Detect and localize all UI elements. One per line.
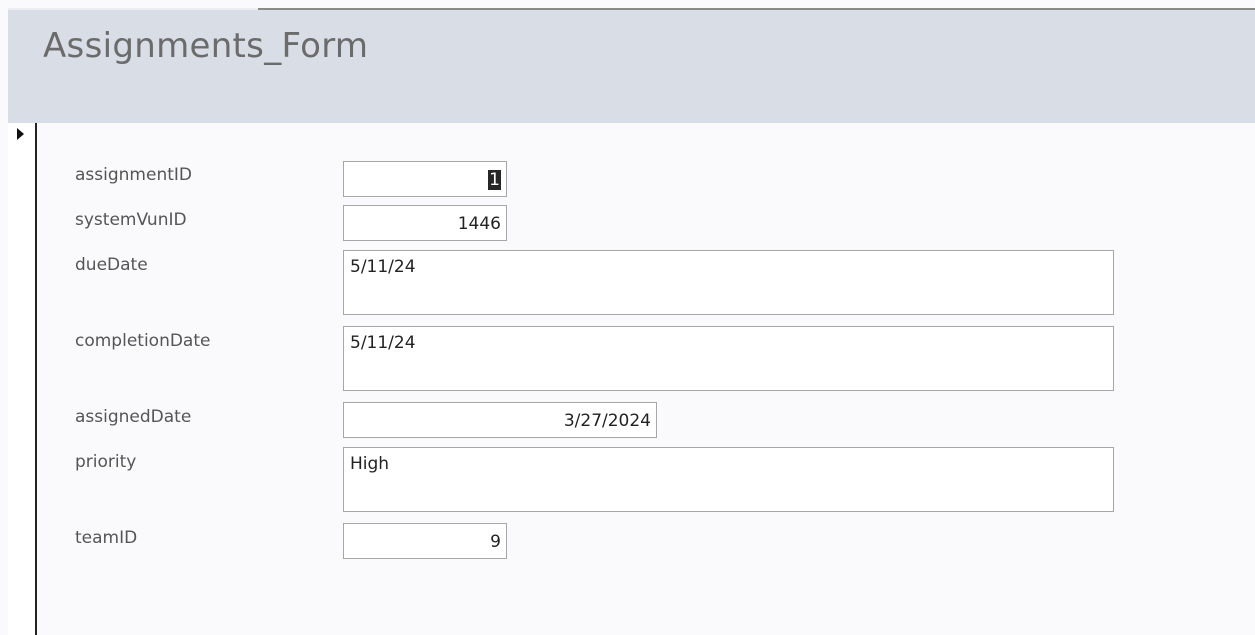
systemVunID-field[interactable]: 1446: [343, 205, 507, 241]
completionDate-label: completionDate: [75, 331, 211, 351]
systemVunID-label: systemVunID: [75, 210, 187, 230]
assignmentID-field[interactable]: 1: [343, 161, 507, 197]
form-title: Assignments_Form: [43, 26, 369, 66]
dueDate-field[interactable]: 5/11/24: [343, 250, 1114, 315]
priority-field[interactable]: High: [343, 447, 1114, 512]
assignmentID-value: 1: [488, 170, 501, 190]
form-header: Assignments_Form: [8, 10, 1255, 123]
assignedDate-field[interactable]: 3/27/2024: [343, 402, 657, 438]
teamID-field[interactable]: 9: [343, 523, 507, 559]
priority-label: priority: [75, 452, 137, 472]
record-selector[interactable]: [8, 123, 37, 635]
assignmentID-label: assignmentID: [75, 165, 192, 185]
assignedDate-label: assignedDate: [75, 407, 192, 427]
teamID-label: teamID: [75, 528, 138, 548]
current-record-arrow-icon: [17, 128, 24, 140]
dueDate-label: dueDate: [75, 255, 148, 275]
access-form-window: Assignments_Form assignmentID 1 systemVu…: [0, 0, 1255, 635]
completionDate-field[interactable]: 5/11/24: [343, 326, 1114, 391]
